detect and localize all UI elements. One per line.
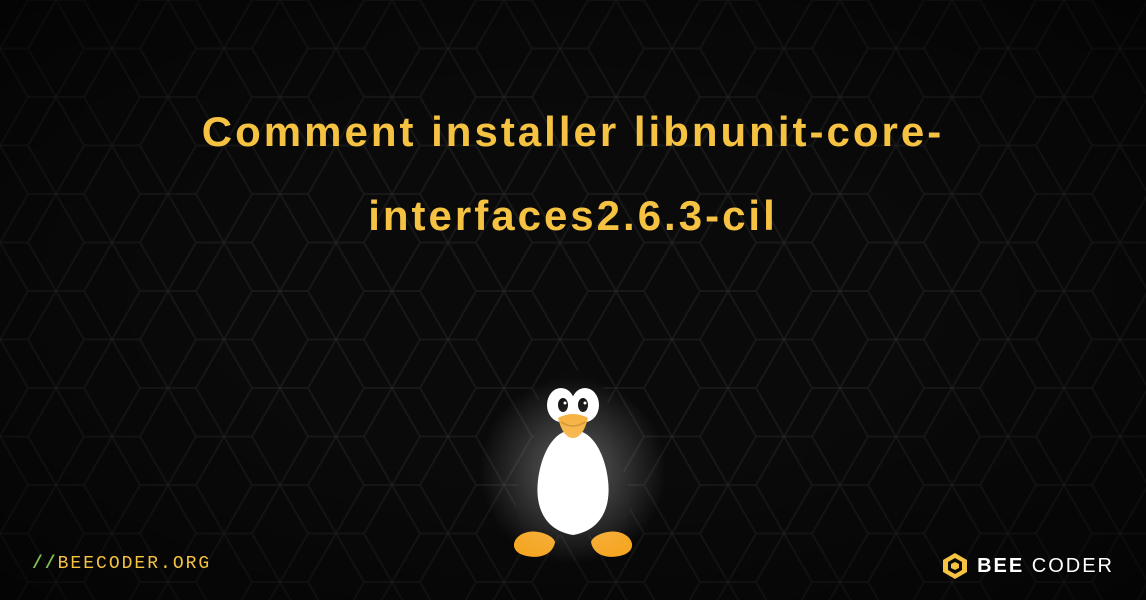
footer-url-slashes: //: [32, 554, 58, 574]
footer-brand: BEE CODER: [941, 552, 1114, 580]
footer-url-text: BEECODER.ORG: [58, 554, 212, 574]
tux-penguin-icon: [483, 360, 663, 560]
footer-brand-text: BEE CODER: [977, 555, 1114, 578]
brand-light: CODER: [1032, 555, 1114, 577]
main-title-container: Comment installer libnunit-core-interfac…: [0, 90, 1146, 258]
tux-penguin-logo: [483, 360, 663, 560]
footer-url: //BEECODER.ORG: [32, 554, 211, 574]
brand-bold: BEE: [977, 555, 1024, 577]
bee-hex-icon: [941, 552, 969, 580]
main-title: Comment installer libnunit-core-interfac…: [40, 90, 1106, 258]
